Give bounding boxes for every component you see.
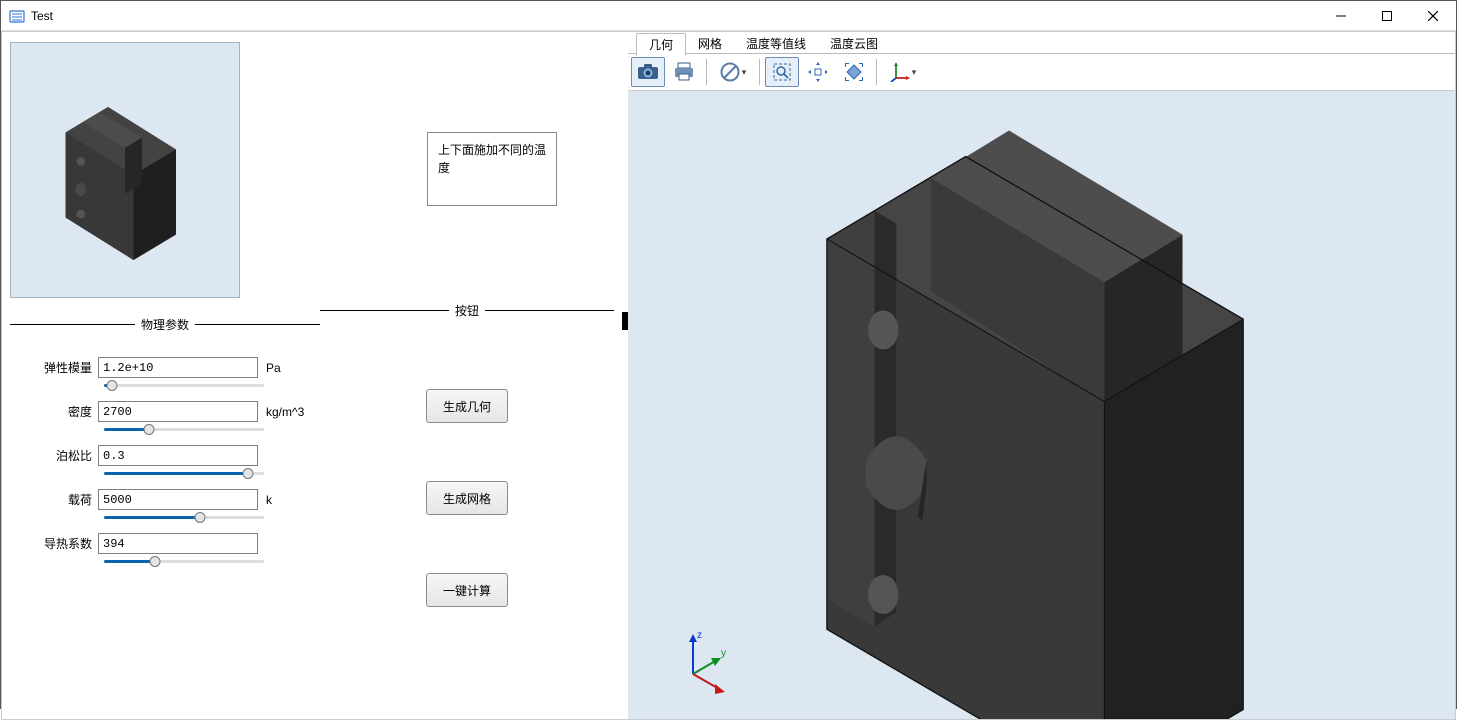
right-panel: 几何 网格 温度等值线 温度云图	[628, 32, 1455, 719]
left-top-row: 上下面施加不同的温度	[10, 42, 614, 298]
maximize-button[interactable]	[1364, 1, 1410, 31]
axes-tool[interactable]: ▾	[882, 57, 924, 87]
param-load-label: 载荷	[40, 491, 98, 508]
dropdown-caret-icon: ▾	[912, 67, 917, 78]
fit-tool[interactable]	[837, 57, 871, 87]
minimize-button[interactable]	[1318, 1, 1364, 31]
param-elastic-input[interactable]	[98, 357, 258, 378]
pan-icon	[808, 62, 828, 82]
param-load-slider[interactable]	[40, 516, 310, 519]
param-elastic-label: 弹性模量	[40, 359, 98, 376]
viewport-toolbar: ▾	[628, 54, 1455, 90]
left-lower: 物理参数 弹性模量 Pa 密度	[10, 298, 614, 607]
toolbar-separator-1	[706, 59, 707, 85]
gen-geometry-button[interactable]: 生成几何	[426, 389, 508, 423]
titlebar: Test	[1, 1, 1456, 31]
print-tool[interactable]	[667, 57, 701, 87]
axes-icon	[890, 62, 910, 82]
toolbar-separator-2	[759, 59, 760, 85]
params-block: 弹性模量 Pa 密度 kg/m^3	[10, 343, 320, 563]
axis-z-label: z	[697, 630, 702, 641]
param-load-unit: k	[258, 493, 272, 507]
param-poisson-slider[interactable]	[40, 472, 310, 475]
main-window: Test	[0, 0, 1457, 709]
nosymbol-tool[interactable]: ▾	[712, 57, 754, 87]
param-load-input[interactable]	[98, 489, 258, 510]
camera-icon	[637, 63, 659, 81]
axis-triad: z y x	[673, 624, 743, 694]
param-density-unit: kg/m^3	[258, 405, 304, 419]
one-click-button[interactable]: 一键计算	[426, 573, 508, 607]
param-density-label: 密度	[40, 403, 98, 420]
param-poisson-row: 泊松比	[40, 445, 310, 466]
zoom-region-tool[interactable]	[765, 57, 799, 87]
tab-geometry[interactable]: 几何	[636, 33, 686, 56]
fit-icon	[844, 62, 864, 82]
param-thermal-label: 导热系数	[40, 535, 98, 552]
view-tabs: 几何 网格 温度等值线 温度云图	[628, 32, 1455, 54]
dropdown-caret-icon: ▾	[742, 67, 747, 78]
param-thermal-row: 导热系数	[40, 533, 310, 554]
close-button[interactable]	[1410, 1, 1456, 31]
printer-icon	[673, 62, 695, 82]
geometry-viewport[interactable]: z y x	[628, 90, 1455, 719]
buttons-legend-row: 按钮	[320, 302, 614, 319]
param-elastic-row: 弹性模量 Pa	[40, 357, 310, 378]
tab-cloud[interactable]: 温度云图	[818, 33, 890, 54]
param-thermal-input[interactable]	[98, 533, 258, 554]
params-legend-row: 物理参数	[10, 316, 320, 333]
axis-x-label: x	[723, 692, 728, 694]
param-thermal-slider[interactable]	[40, 560, 310, 563]
param-elastic-slider[interactable]	[40, 384, 310, 387]
params-column: 物理参数 弹性模量 Pa 密度	[10, 298, 320, 607]
buttons-list: 生成几何 生成网格 一键计算	[426, 329, 508, 607]
note-column: 上下面施加不同的温度	[240, 42, 614, 298]
param-density-slider[interactable]	[40, 428, 310, 431]
buttons-legend: 按钮	[449, 302, 485, 319]
tab-mesh[interactable]: 网格	[686, 33, 734, 54]
toolbar-separator-3	[876, 59, 877, 85]
note-text: 上下面施加不同的温度	[438, 143, 546, 175]
params-legend: 物理参数	[135, 316, 195, 333]
param-load-row: 载荷 k	[40, 489, 310, 510]
zoom-box-icon	[772, 62, 792, 82]
param-poisson-label: 泊松比	[40, 447, 98, 464]
gen-mesh-button[interactable]: 生成网格	[426, 481, 508, 515]
param-density-input[interactable]	[98, 401, 258, 422]
screenshot-tool[interactable]	[631, 57, 665, 87]
window-title: Test	[31, 9, 53, 23]
pan-tool[interactable]	[801, 57, 835, 87]
app-icon	[9, 8, 25, 24]
note-box: 上下面施加不同的温度	[427, 132, 557, 206]
no-entry-icon	[720, 62, 740, 82]
buttons-column: 按钮 生成几何 生成网格 一键计算	[320, 298, 614, 607]
axis-y-label: y	[721, 648, 726, 659]
client-area: 上下面施加不同的温度 物理参数 弹性模量	[1, 31, 1456, 720]
param-poisson-input[interactable]	[98, 445, 258, 466]
left-panel: 上下面施加不同的温度 物理参数 弹性模量	[2, 32, 622, 719]
geometry-thumbnail	[10, 42, 240, 298]
tab-isotherm[interactable]: 温度等值线	[734, 33, 818, 54]
param-elastic-unit: Pa	[258, 361, 281, 375]
geometry-render	[628, 91, 1455, 719]
param-density-row: 密度 kg/m^3	[40, 401, 310, 422]
